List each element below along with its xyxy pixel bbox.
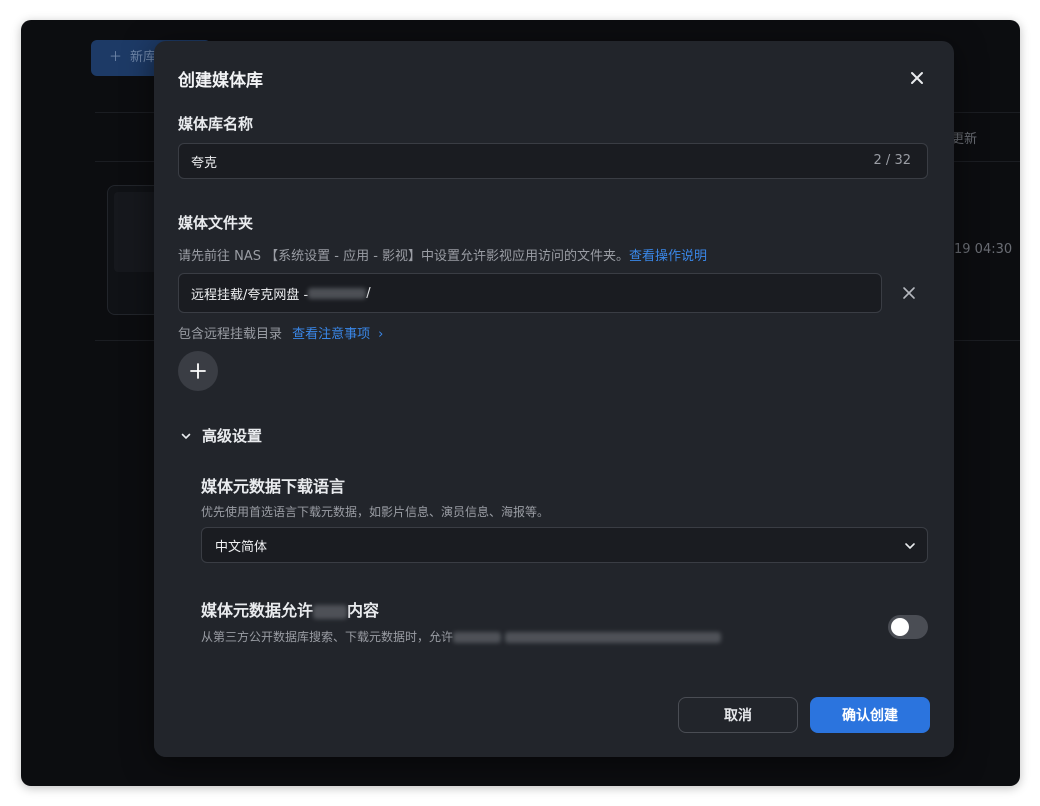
instructions-link[interactable]: 查看操作说明	[629, 249, 707, 264]
language-selected: 中文简体	[215, 539, 268, 555]
dialog-title: 创建媒体库	[178, 71, 263, 91]
metadata-language-title: 媒体元数据下载语言	[201, 477, 346, 496]
adult-content-toggle[interactable]	[888, 615, 928, 639]
redacted-text	[504, 632, 721, 643]
library-name-label: 媒体库名称	[178, 115, 254, 133]
folder-path-prefix: 远程挂载/夸克网盘 -	[191, 287, 309, 303]
advanced-settings-toggle[interactable]: 高级设置	[180, 425, 262, 446]
folder-hint-text: 请先前往 NAS 【系统设置 - 应用 - 影视】中设置允许影视应用访问的文件夹…	[178, 249, 630, 264]
redacted-text	[308, 287, 367, 299]
folder-path-field[interactable]: 远程挂载/夸克网盘 - /	[178, 273, 882, 313]
column-header-updated: 更新	[951, 132, 978, 147]
plus-icon: ＋	[109, 50, 123, 65]
chevron-down-icon	[181, 433, 191, 439]
plus-icon	[190, 363, 206, 379]
app-window: ＋ 新库 更新 19 04:30 创建媒体库 媒体库名称 夸克 2 / 32 媒体…	[21, 20, 1020, 786]
chevron-right-icon: ›	[378, 327, 384, 342]
remote-mount-text: 包含远程挂载目录	[178, 327, 283, 342]
metadata-language-desc: 优先使用首选语言下载元数据，如影片信息、演员信息、海报等。	[201, 505, 550, 519]
remove-folder-icon[interactable]	[901, 285, 917, 301]
confirm-create-button[interactable]: 确认创建	[810, 697, 930, 733]
create-library-dialog: 创建媒体库 媒体库名称 夸克 2 / 32 媒体文件夹 请先前往 NAS 【系统…	[154, 41, 954, 757]
advanced-settings-label: 高级设置	[202, 427, 263, 445]
toggle-knob	[891, 618, 909, 636]
redacted-text	[453, 632, 502, 643]
library-name-input[interactable]: 夸克 2 / 32	[178, 143, 928, 179]
close-icon[interactable]	[906, 67, 928, 89]
folder-hint: 请先前往 NAS 【系统设置 - 应用 - 影视】中设置允许影视应用访问的文件夹…	[178, 245, 707, 264]
language-select[interactable]: 中文简体	[201, 527, 928, 563]
redacted-text	[313, 604, 348, 619]
row-timestamp: 19 04:30	[954, 242, 1013, 257]
folder-path-suffix: /	[366, 285, 371, 301]
metadata-adult-desc: 从第三方公开数据库搜索、下载元数据时，允许	[201, 628, 721, 645]
new-library-label: 新库	[130, 50, 157, 65]
remote-mount-note: 包含远程挂载目录 查看注意事项 ›	[178, 323, 383, 342]
add-folder-button[interactable]	[178, 351, 218, 391]
char-counter: 2 / 32	[873, 153, 911, 168]
chevron-down-icon	[905, 543, 915, 550]
library-name-value: 夸克	[191, 155, 218, 171]
notes-link[interactable]: 查看注意事项 ›	[292, 327, 383, 342]
media-folder-label: 媒体文件夹	[178, 214, 254, 232]
metadata-adult-title: 媒体元数据允许 内容	[201, 601, 380, 620]
cancel-button[interactable]: 取消	[678, 697, 798, 733]
dialog-footer: 取消 确认创建	[154, 681, 954, 757]
